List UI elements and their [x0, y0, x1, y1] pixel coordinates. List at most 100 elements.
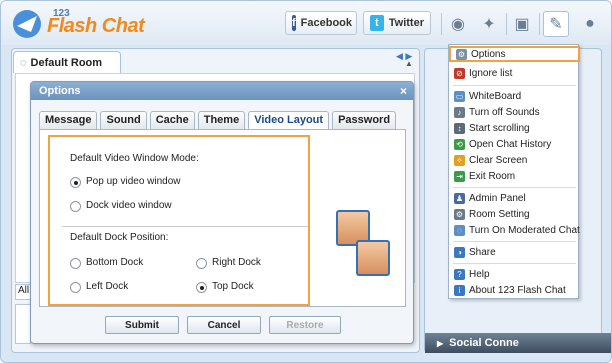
tab-cache[interactable]: Cache [149, 111, 195, 129]
menu-label: Options [471, 48, 506, 60]
history-icon: ⟲ [454, 138, 465, 150]
video-avatars-illustration [336, 202, 396, 276]
menu-item-share[interactable]: ◑ Share [449, 244, 580, 260]
clear-icon: ✧ [454, 154, 465, 166]
tab-password[interactable]: Password [332, 111, 397, 129]
menu-item-help[interactable]: ? Help [449, 266, 580, 282]
menu-label: Share [469, 246, 496, 258]
tab-video-layout[interactable]: Video Layout [248, 111, 330, 130]
menu-label: Exit Room [469, 170, 516, 182]
top-bar: 123 Flash Chat f Facebook t Twitter ◉ ✦ … [1, 1, 611, 45]
scroll-icon: ↕ [454, 122, 465, 134]
options-tabs: Message Sound Cache Theme Video Layout P… [39, 111, 399, 130]
avatar [356, 240, 390, 276]
room-setting-icon: ⚙ [454, 208, 465, 220]
facebook-icon: f [292, 15, 296, 31]
sound-icon: ♪ [454, 106, 465, 118]
dock-window-radio[interactable] [70, 201, 81, 212]
right-dock-label: Right Dock [212, 257, 261, 268]
help-icon: ? [454, 268, 465, 280]
tab-theme[interactable]: Theme [197, 111, 246, 129]
recipient-select[interactable]: All [15, 284, 31, 300]
menu-separator [453, 241, 576, 242]
about-icon: i [454, 284, 465, 296]
menu-item-turn-off-sounds[interactable]: ♪ Turn off Sounds [449, 104, 580, 120]
social-bar-label: Social Conne [449, 337, 519, 349]
submit-button[interactable]: Submit [105, 316, 179, 334]
wrench-settings-icon[interactable]: ✎ [543, 11, 569, 37]
dialog-title: Options [39, 85, 81, 97]
menu-label: Turn off Sounds [469, 106, 540, 118]
tab-default-room[interactable]: ◌ Default Room [13, 51, 121, 73]
moderated-icon: ◌ [454, 224, 465, 236]
dialog-title-bar: Options × [31, 82, 413, 100]
menu-item-chat-history[interactable]: ⟲ Open Chat History [449, 136, 580, 152]
gift-icon[interactable]: ▣ [509, 11, 535, 37]
tab-sound[interactable]: Sound [100, 111, 147, 129]
chat-app-window: 123 Flash Chat f Facebook t Twitter ◉ ✦ … [0, 0, 612, 363]
facebook-label: Facebook [300, 17, 353, 29]
options-icon: ⚙ [456, 48, 467, 60]
popup-window-radio[interactable] [70, 177, 81, 188]
facebook-button[interactable]: f Facebook [285, 11, 357, 35]
menu-separator [453, 187, 576, 188]
menu-separator [453, 263, 576, 264]
popup-window-label: Pop up video window [86, 176, 181, 187]
left-dock-label: Left Dock [86, 281, 129, 292]
menu-label: Clear Screen [469, 154, 528, 166]
exit-icon: ⇥ [454, 170, 465, 182]
menu-item-admin-panel[interactable]: ♟ Admin Panel [449, 190, 580, 206]
left-dock-radio[interactable] [70, 282, 81, 293]
restore-button[interactable]: Restore [269, 316, 341, 334]
bottom-dock-label: Bottom Dock [86, 257, 144, 268]
top-dock-label: Top Dock [212, 281, 254, 292]
options-dialog: Options × Message Sound Cache Theme Vide… [30, 81, 414, 344]
menu-item-options[interactable]: ⚙ Options [449, 46, 580, 62]
game-controller-icon[interactable]: ✦ [476, 11, 502, 37]
menu-item-clear-screen[interactable]: ✧ Clear Screen [449, 152, 580, 168]
webcam-icon[interactable]: ◉ [445, 11, 471, 37]
settings-dropdown-menu: ⚙ Options ⊘ Ignore list ▭ WhiteBoard ♪ Turn … [448, 44, 580, 299]
menu-label: Turn On Moderated Chat [469, 224, 580, 236]
share-icon: ◑ [454, 246, 465, 258]
bottom-dock-radio[interactable] [70, 258, 81, 269]
twitter-label: Twitter [388, 17, 424, 29]
menu-label: Open Chat History [469, 138, 552, 150]
social-connect-bar[interactable]: ▶ Social Conne [425, 333, 611, 353]
mode-heading: Default Video Window Mode: [70, 153, 199, 164]
right-dock-radio[interactable] [196, 258, 207, 269]
menu-label: Help [469, 268, 490, 280]
menu-item-room-setting[interactable]: ⚙ Room Setting [449, 206, 580, 222]
toolbar-separator [441, 13, 442, 35]
toolbar-separator [539, 13, 540, 35]
menu-item-about[interactable]: i About 123 Flash Chat [449, 282, 580, 298]
twitter-button[interactable]: t Twitter [363, 11, 431, 35]
dock-heading: Default Dock Position: [70, 232, 169, 243]
message-input[interactable] [15, 304, 31, 344]
dock-window-label: Dock video window [86, 200, 172, 211]
menu-item-ignore-list[interactable]: ⊘ Ignore list [449, 65, 580, 81]
arrow-icon: ▶ [437, 338, 444, 348]
twitter-icon: t [370, 15, 384, 31]
menu-item-start-scrolling[interactable]: ↕ Start scrolling [449, 120, 580, 136]
tab-message[interactable]: Message [39, 111, 98, 129]
menu-item-exit-room[interactable]: ⇥ Exit Room [449, 168, 580, 184]
whiteboard-icon: ▭ [454, 90, 465, 102]
top-dock-radio[interactable] [196, 282, 207, 293]
video-settings-group: Default Video Window Mode: Pop up video … [48, 135, 310, 306]
toolbar-separator [506, 13, 507, 35]
menu-item-moderated-chat[interactable]: ◌ Turn On Moderated Chat [449, 222, 580, 238]
scroll-up-arrow-icon[interactable]: ▲ [405, 59, 413, 68]
close-icon[interactable]: × [400, 84, 407, 98]
menu-label: WhiteBoard [469, 90, 522, 102]
menu-separator [453, 85, 576, 86]
user-profile-icon[interactable]: ● [577, 11, 603, 37]
logo-bird-icon [13, 10, 41, 38]
cancel-button[interactable]: Cancel [187, 316, 261, 334]
divider [62, 226, 308, 227]
menu-label: Room Setting [469, 208, 530, 220]
menu-label: Start scrolling [469, 122, 530, 134]
menu-label: About 123 Flash Chat [469, 284, 566, 296]
menu-label: Ignore list [469, 67, 513, 79]
menu-item-whiteboard[interactable]: ▭ WhiteBoard [449, 88, 580, 104]
